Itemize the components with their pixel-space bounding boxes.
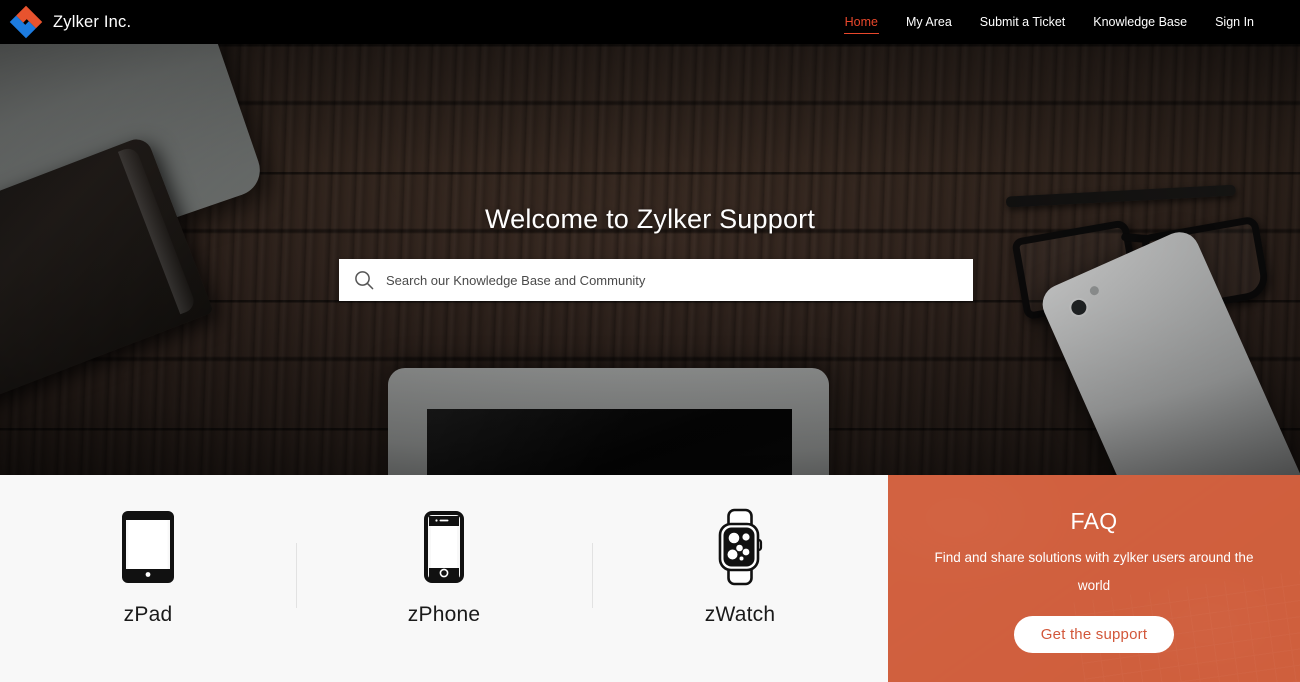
faq-panel: FAQ Find and share solutions with zylker…	[888, 475, 1300, 682]
smartwatch-icon	[712, 507, 768, 587]
faq-content: FAQ Find and share solutions with zylker…	[888, 475, 1300, 682]
nav-item-home[interactable]: Home	[831, 0, 892, 44]
bottom-section: zPad zPhone zWatch FAQ Find and share so…	[0, 475, 1300, 682]
hero-title: Welcome to Zylker Support	[484, 204, 816, 234]
nav-item-knowledge-base[interactable]: Knowledge Base	[1079, 0, 1201, 44]
search-icon	[353, 269, 375, 291]
top-navigation-bar: Zylker Inc. Home My Area Submit a Ticket…	[0, 0, 1300, 44]
search-bar[interactable]	[339, 259, 973, 301]
product-label: zWatch	[704, 603, 776, 626]
get-the-support-button[interactable]: Get the support	[1013, 616, 1175, 653]
product-card-zphone[interactable]: zPhone	[296, 475, 592, 682]
product-label: zPad	[123, 603, 173, 626]
brand-name: Zylker Inc.	[53, 12, 132, 31]
brand-logo-link[interactable]: Zylker Inc.	[9, 5, 131, 39]
nav-item-submit-a-ticket[interactable]: Submit a Ticket	[966, 0, 1079, 44]
product-card-zpad[interactable]: zPad	[0, 475, 296, 682]
tablet-icon	[122, 507, 174, 587]
zylker-diamond-logo-icon	[9, 5, 43, 39]
nav-links: Home My Area Submit a Ticket Knowledge B…	[831, 0, 1268, 44]
product-list: zPad zPhone zWatch	[0, 475, 888, 682]
nav-item-sign-in[interactable]: Sign In	[1201, 0, 1268, 44]
smartphone-icon	[424, 507, 464, 587]
nav-item-my-area[interactable]: My Area	[892, 0, 966, 44]
faq-title: FAQ	[1070, 508, 1118, 534]
faq-subtitle: Find and share solutions with zylker use…	[934, 550, 1254, 593]
hero-banner: Welcome to Zylker Support	[0, 44, 1300, 475]
product-label: zPhone	[407, 603, 481, 626]
search-input[interactable]	[386, 259, 973, 301]
product-card-zwatch[interactable]: zWatch	[592, 475, 888, 682]
